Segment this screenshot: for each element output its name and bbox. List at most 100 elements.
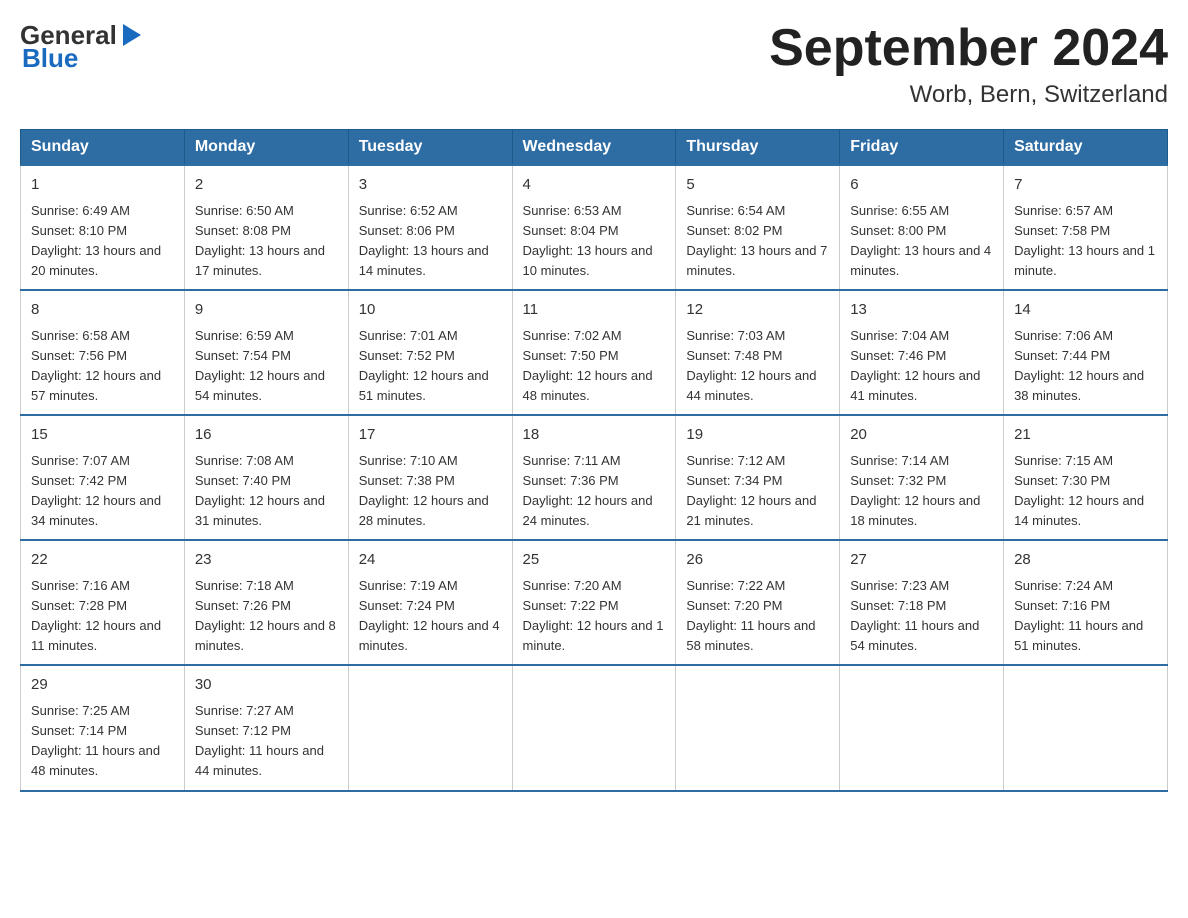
day-number: 3	[359, 174, 502, 197]
day-number: 17	[359, 424, 502, 447]
day-number: 18	[523, 424, 666, 447]
calendar-cell: 16 Sunrise: 7:08 AMSunset: 7:40 PMDayligh…	[184, 415, 348, 540]
day-number: 24	[359, 549, 502, 572]
calendar-cell: 12Sunrise: 7:03 AMSunset: 7:48 PMDayligh…	[676, 290, 840, 415]
calendar-cell: 8 Sunrise: 6:58 AMSunset: 7:56 PMDaylight…	[21, 290, 185, 415]
calendar-cell: 19 Sunrise: 7:12 AMSunset: 7:34 PMDayligh…	[676, 415, 840, 540]
header-cell-sunday: Sunday	[21, 130, 185, 166]
calendar-cell: 4 Sunrise: 6:53 AMSunset: 8:04 PMDaylight…	[512, 165, 676, 290]
day-number: 30	[195, 674, 338, 697]
day-info: Sunrise: 6:50 AMSunset: 8:08 PMDaylight:…	[195, 201, 338, 282]
calendar-cell: 15Sunrise: 7:07 AMSunset: 7:42 PMDayligh…	[21, 415, 185, 540]
header-cell-monday: Monday	[184, 130, 348, 166]
day-info: Sunrise: 7:19 AMSunset: 7:24 PMDaylight:…	[359, 576, 502, 657]
day-info: Sunrise: 6:53 AMSunset: 8:04 PMDaylight:…	[523, 201, 666, 282]
day-info: Sunrise: 7:11 AMSunset: 7:36 PMDaylight:…	[523, 451, 666, 532]
location-text: Worb, Bern, Switzerland	[769, 81, 1168, 109]
day-number: 23	[195, 549, 338, 572]
day-info: Sunrise: 6:52 AMSunset: 8:06 PMDaylight:…	[359, 201, 502, 282]
day-number: 16	[195, 424, 338, 447]
day-number: 9	[195, 299, 338, 322]
day-info: Sunrise: 7:10 AMSunset: 7:38 PMDaylight:…	[359, 451, 502, 532]
calendar-cell: 5 Sunrise: 6:54 AMSunset: 8:02 PMDaylight…	[676, 165, 840, 290]
header-cell-friday: Friday	[840, 130, 1004, 166]
header-cell-tuesday: Tuesday	[348, 130, 512, 166]
calendar-cell: 27 Sunrise: 7:23 AMSunset: 7:18 PMDayligh…	[840, 540, 1004, 665]
day-info: Sunrise: 7:20 AMSunset: 7:22 PMDaylight:…	[523, 576, 666, 657]
day-info: Sunrise: 7:01 AMSunset: 7:52 PMDaylight:…	[359, 326, 502, 407]
day-number: 10	[359, 299, 502, 322]
calendar-cell: 14 Sunrise: 7:06 AMSunset: 7:44 PMDayligh…	[1004, 290, 1168, 415]
calendar-cell: 11Sunrise: 7:02 AMSunset: 7:50 PMDayligh…	[512, 290, 676, 415]
page-header: General Blue September 2024 Worb, Bern, …	[20, 20, 1168, 109]
day-number: 29	[31, 674, 174, 697]
day-info: Sunrise: 7:15 AMSunset: 7:30 PMDaylight:…	[1014, 451, 1157, 532]
calendar-cell: 24 Sunrise: 7:19 AMSunset: 7:24 PMDayligh…	[348, 540, 512, 665]
week-row-1: 1Sunrise: 6:49 AMSunset: 8:10 PMDaylight…	[21, 165, 1168, 290]
calendar-cell: 7 Sunrise: 6:57 AMSunset: 7:58 PMDaylight…	[1004, 165, 1168, 290]
logo-blue-text: Blue	[22, 43, 78, 74]
day-info: Sunrise: 7:14 AMSunset: 7:32 PMDaylight:…	[850, 451, 993, 532]
calendar-cell: 2 Sunrise: 6:50 AMSunset: 8:08 PMDaylight…	[184, 165, 348, 290]
header-row: SundayMondayTuesdayWednesdayThursdayFrid…	[21, 130, 1168, 166]
title-section: September 2024 Worb, Bern, Switzerland	[769, 20, 1168, 109]
day-info: Sunrise: 7:18 AMSunset: 7:26 PMDaylight:…	[195, 576, 338, 657]
calendar-cell	[348, 665, 512, 790]
calendar-cell	[840, 665, 1004, 790]
calendar-header: SundayMondayTuesdayWednesdayThursdayFrid…	[21, 130, 1168, 166]
calendar-cell: 13Sunrise: 7:04 AMSunset: 7:46 PMDayligh…	[840, 290, 1004, 415]
day-info: Sunrise: 7:22 AMSunset: 7:20 PMDaylight:…	[686, 576, 829, 657]
day-info: Sunrise: 7:12 AMSunset: 7:34 PMDaylight:…	[686, 451, 829, 532]
day-info: Sunrise: 7:07 AMSunset: 7:42 PMDaylight:…	[31, 451, 174, 532]
calendar-cell: 26 Sunrise: 7:22 AMSunset: 7:20 PMDayligh…	[676, 540, 840, 665]
day-number: 19	[686, 424, 829, 447]
day-info: Sunrise: 7:06 AMSunset: 7:44 PMDaylight:…	[1014, 326, 1157, 407]
calendar-table: SundayMondayTuesdayWednesdayThursdayFrid…	[20, 129, 1168, 791]
day-info: Sunrise: 6:57 AMSunset: 7:58 PMDaylight:…	[1014, 201, 1157, 282]
day-number: 2	[195, 174, 338, 197]
logo-flag-icon	[119, 20, 149, 50]
day-number: 14	[1014, 299, 1157, 322]
calendar-cell: 18 Sunrise: 7:11 AMSunset: 7:36 PMDayligh…	[512, 415, 676, 540]
day-number: 28	[1014, 549, 1157, 572]
header-cell-thursday: Thursday	[676, 130, 840, 166]
calendar-cell	[1004, 665, 1168, 790]
calendar-cell: 28 Sunrise: 7:24 AMSunset: 7:16 PMDayligh…	[1004, 540, 1168, 665]
calendar-cell	[512, 665, 676, 790]
day-info: Sunrise: 6:55 AMSunset: 8:00 PMDaylight:…	[850, 201, 993, 282]
calendar-cell: 20 Sunrise: 7:14 AMSunset: 7:32 PMDayligh…	[840, 415, 1004, 540]
day-number: 11	[523, 299, 666, 322]
day-info: Sunrise: 6:54 AMSunset: 8:02 PMDaylight:…	[686, 201, 829, 282]
day-number: 21	[1014, 424, 1157, 447]
month-title: September 2024	[769, 20, 1168, 77]
day-info: Sunrise: 6:58 AMSunset: 7:56 PMDaylight:…	[31, 326, 174, 407]
calendar-cell: 22 Sunrise: 7:16 AMSunset: 7:28 PMDayligh…	[21, 540, 185, 665]
day-info: Sunrise: 7:08 AMSunset: 7:40 PMDaylight:…	[195, 451, 338, 532]
day-number: 20	[850, 424, 993, 447]
calendar-body: 1Sunrise: 6:49 AMSunset: 8:10 PMDaylight…	[21, 165, 1168, 790]
week-row-5: 29Sunrise: 7:25 AMSunset: 7:14 PMDayligh…	[21, 665, 1168, 790]
header-cell-saturday: Saturday	[1004, 130, 1168, 166]
week-row-4: 22 Sunrise: 7:16 AMSunset: 7:28 PMDayligh…	[21, 540, 1168, 665]
day-number: 12	[686, 299, 829, 322]
calendar-cell: 30Sunrise: 7:27 AMSunset: 7:12 PMDayligh…	[184, 665, 348, 790]
day-info: Sunrise: 7:24 AMSunset: 7:16 PMDaylight:…	[1014, 576, 1157, 657]
day-number: 25	[523, 549, 666, 572]
calendar-cell: 10 Sunrise: 7:01 AMSunset: 7:52 PMDayligh…	[348, 290, 512, 415]
day-number: 22	[31, 549, 174, 572]
day-number: 27	[850, 549, 993, 572]
calendar-cell: 6Sunrise: 6:55 AMSunset: 8:00 PMDaylight…	[840, 165, 1004, 290]
calendar-cell: 29Sunrise: 7:25 AMSunset: 7:14 PMDayligh…	[21, 665, 185, 790]
day-number: 7	[1014, 174, 1157, 197]
calendar-cell: 25 Sunrise: 7:20 AMSunset: 7:22 PMDayligh…	[512, 540, 676, 665]
day-info: Sunrise: 7:04 AMSunset: 7:46 PMDaylight:…	[850, 326, 993, 407]
day-number: 8	[31, 299, 174, 322]
day-number: 1	[31, 174, 174, 197]
day-number: 26	[686, 549, 829, 572]
calendar-cell: 17 Sunrise: 7:10 AMSunset: 7:38 PMDayligh…	[348, 415, 512, 540]
day-number: 4	[523, 174, 666, 197]
calendar-cell: 9Sunrise: 6:59 AMSunset: 7:54 PMDaylight…	[184, 290, 348, 415]
day-info: Sunrise: 7:23 AMSunset: 7:18 PMDaylight:…	[850, 576, 993, 657]
day-number: 5	[686, 174, 829, 197]
day-info: Sunrise: 7:16 AMSunset: 7:28 PMDaylight:…	[31, 576, 174, 657]
